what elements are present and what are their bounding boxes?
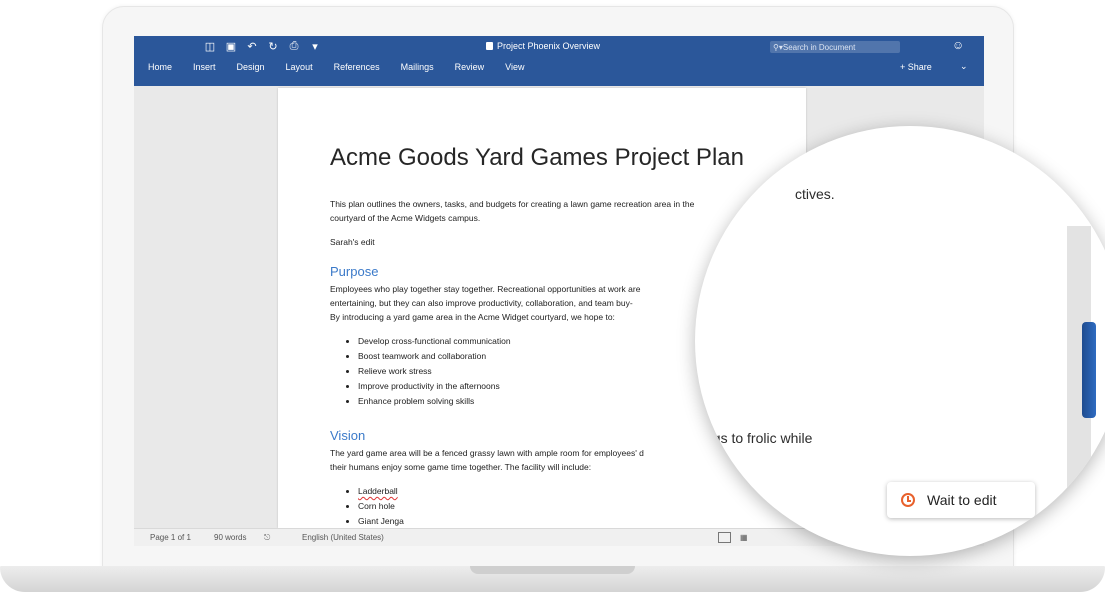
vision-heading: Vision (330, 428, 366, 443)
tab-view[interactable]: View (505, 62, 524, 72)
search-placeholder: Search in Document (782, 42, 856, 52)
vision-line-1: The yard game area will be a fenced gras… (330, 448, 644, 458)
tab-mailings[interactable]: Mailings (401, 62, 434, 72)
purpose-heading: Purpose (330, 264, 379, 279)
tab-insert[interactable]: Insert (193, 62, 216, 72)
clock-icon (901, 493, 915, 507)
share-label: Share (907, 62, 932, 72)
laptop-notch (470, 566, 635, 574)
undo-icon[interactable]: ↶ (246, 40, 258, 53)
sidebar-toggle-icon[interactable]: ◫ (204, 40, 216, 53)
list-item: Giant Jenga (358, 514, 404, 528)
tab-home[interactable]: Home (148, 62, 172, 72)
chevron-down-icon[interactable]: ⌄ (960, 61, 968, 72)
list-item: Corn hole (358, 499, 404, 514)
tab-design[interactable]: Design (237, 62, 265, 72)
list-item: Enhance problem solving skills (358, 394, 511, 409)
taskbar-edge (1082, 322, 1096, 418)
list-item: Ladderball (358, 484, 404, 499)
wait-to-edit-label: Wait to edit (927, 492, 997, 508)
document-heading: Acme Goods Yard Games Project Plan (330, 144, 744, 171)
wait-to-edit-button[interactable]: Wait to edit (887, 482, 1035, 518)
list-item: Relieve work stress (358, 364, 511, 379)
vision-list: Ladderball Corn hole Giant Jenga (344, 484, 404, 528)
intro-line-1: This plan outlines the owners, tasks, an… (330, 199, 695, 209)
tab-review[interactable]: Review (455, 62, 485, 72)
language-label[interactable]: English (United States) (302, 533, 384, 542)
save-icon[interactable]: ▣ (225, 40, 237, 53)
customize-toolbar-icon[interactable]: ▾ (309, 40, 321, 53)
share-button[interactable]: + Share (900, 62, 932, 72)
magnifier-lens: ctives. ngs to frolic while Wait to edit (695, 126, 1105, 556)
list-item: Develop cross-functional communication (358, 334, 511, 349)
search-icon: ⚲▾ (773, 42, 783, 52)
magnified-text-mid: ngs to frolic while (705, 430, 813, 446)
print-layout-icon[interactable] (718, 532, 731, 543)
edit-note: Sarah's edit (330, 237, 375, 247)
redo-icon[interactable]: ↻ (267, 40, 279, 53)
document-title-text: Project Phoenix Overview (497, 41, 601, 51)
search-input[interactable]: ⚲▾ Search in Document (770, 41, 900, 53)
tab-layout[interactable]: Layout (286, 62, 313, 72)
word-count[interactable]: 90 words (214, 533, 246, 542)
magnified-text-top: ctives. (795, 186, 835, 202)
document-icon (486, 42, 493, 50)
quick-access-toolbar: ◫ ▣ ↶ ↻ ⎙ ▾ (204, 40, 321, 53)
web-layout-icon[interactable]: ▦ (740, 533, 748, 542)
ribbon: ◫ ▣ ↶ ↻ ⎙ ▾ Project Phoenix Overview ⚲▾ … (134, 36, 984, 86)
vision-line-2: their humans enjoy some game time togeth… (330, 462, 592, 472)
add-person-icon: + (900, 62, 906, 72)
print-icon[interactable]: ⎙ (288, 40, 300, 53)
page-count[interactable]: Page 1 of 1 (150, 533, 191, 542)
proofing-icon[interactable]: ⎋ (264, 533, 270, 543)
misspelled-word[interactable]: Ladderball (358, 486, 398, 496)
tab-references[interactable]: References (334, 62, 380, 72)
ribbon-tabs: Home Insert Design Layout References Mai… (148, 62, 525, 72)
list-item: Improve productivity in the afternoons (358, 379, 511, 394)
purpose-list: Develop cross-functional communication B… (344, 334, 511, 409)
list-item: Boost teamwork and collaboration (358, 349, 511, 364)
document-title: Project Phoenix Overview (486, 41, 600, 51)
account-icon[interactable]: ☺ (952, 38, 964, 52)
intro-line-2: courtyard of the Acme Widgets campus. (330, 213, 481, 223)
